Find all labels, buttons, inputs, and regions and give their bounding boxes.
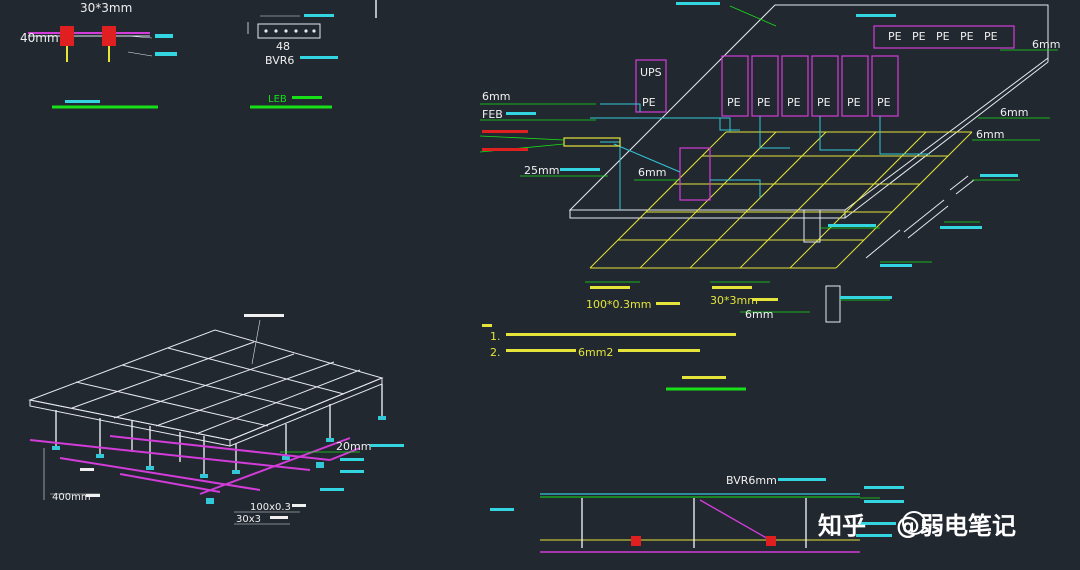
feb-label: FEB bbox=[482, 108, 503, 121]
strip-30-label: 30*3mm bbox=[710, 294, 758, 307]
equipotential-grid bbox=[589, 131, 973, 269]
dim-left-label: 40mm bbox=[20, 31, 59, 45]
cable-25mm-label: 25mm bbox=[524, 164, 559, 177]
svg-text:PE: PE bbox=[888, 30, 902, 43]
ups-label: UPS bbox=[640, 66, 662, 79]
busbar-detail: 30*3mm 40mm bbox=[20, 1, 177, 109]
dim-400mm-label: 400mm bbox=[52, 492, 91, 503]
svg-text:PE: PE bbox=[912, 30, 926, 43]
svg-text:PE: PE bbox=[847, 96, 861, 109]
bonding-conductors bbox=[590, 103, 930, 210]
svg-text:6mm: 6mm bbox=[976, 128, 1004, 141]
note-1-prefix: 1. bbox=[490, 330, 501, 343]
svg-text:PE: PE bbox=[817, 96, 831, 109]
leb-title: LEB bbox=[268, 94, 287, 105]
svg-text:PE: PE bbox=[960, 30, 974, 43]
note-2-size: 6mm2 bbox=[578, 346, 613, 359]
isometric-bonding-diagram: PE PE PE PE PE PE PE PE PE PE PE UPS PE bbox=[479, 2, 1060, 323]
clamp-left bbox=[60, 26, 74, 46]
svg-text:PE: PE bbox=[757, 96, 771, 109]
raised-floor-iso: 20mm 400mm 100x0.3 30x3 bbox=[28, 314, 404, 525]
iso-title bbox=[682, 376, 726, 379]
strip-100-label: 100*0.3mm bbox=[586, 298, 651, 311]
svg-text:PE: PE bbox=[984, 30, 998, 43]
note-1-text bbox=[506, 333, 736, 336]
bvr6-label: BVR6 bbox=[265, 54, 294, 67]
dim-20mm-label: 20mm bbox=[336, 440, 371, 453]
dim-top-label: 30*3mm bbox=[80, 1, 132, 15]
bolt-label: 48 bbox=[276, 40, 290, 53]
svg-text:PE: PE bbox=[936, 30, 950, 43]
watermark-platform: 知乎 bbox=[818, 512, 866, 540]
watermark: 知乎 @弱电笔记 bbox=[818, 511, 1016, 540]
ups-pe-label: PE bbox=[642, 96, 656, 109]
leb-terminal-detail: 48 BVR6 LEB bbox=[247, 14, 338, 109]
svg-text:6mm: 6mm bbox=[1000, 106, 1028, 119]
note-2-prefix: 2. bbox=[490, 346, 501, 359]
svg-text:PE: PE bbox=[877, 96, 891, 109]
bonding-strips bbox=[29, 435, 361, 495]
svg-text:PE: PE bbox=[787, 96, 801, 109]
cable-6mm-label: 6mm bbox=[482, 90, 510, 103]
cabinet-row bbox=[635, 25, 1015, 201]
floor-tiles bbox=[28, 329, 384, 447]
svg-text:6mm: 6mm bbox=[638, 166, 666, 179]
dim-30-label: 30x3 bbox=[236, 514, 261, 525]
bvr6mm-label: BVR6mm bbox=[726, 474, 777, 487]
notes-block: 1. 2. 6mm2 bbox=[482, 324, 746, 391]
watermark-author: @弱电笔记 bbox=[896, 512, 1016, 540]
dim-100-label: 100x0.3 bbox=[250, 502, 291, 513]
svg-text:PE: PE bbox=[727, 96, 741, 109]
cable-6mm-b-label: 6mm bbox=[745, 308, 773, 321]
clamp-right bbox=[102, 26, 116, 46]
cad-drawing-canvas: 30*3mm 40mm 48 BVR6 LEB PE PE PE PE PE P… bbox=[20, 0, 1060, 553]
svg-text:6mm: 6mm bbox=[1032, 38, 1060, 51]
